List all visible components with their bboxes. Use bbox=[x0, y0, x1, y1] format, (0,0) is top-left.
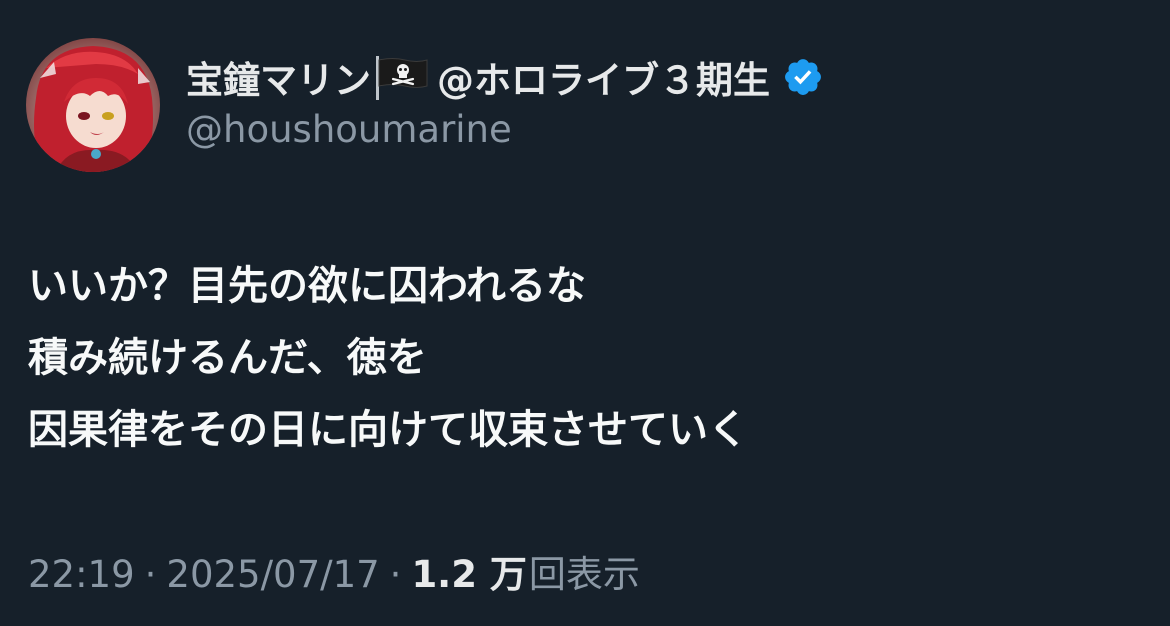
meta-separator: · bbox=[389, 553, 402, 596]
views-count[interactable]: 1.2 万 bbox=[411, 544, 526, 598]
display-name[interactable]: 宝鐘マリン bbox=[186, 50, 371, 104]
tweet-body-line: いいか？目先の欲に囚われるな bbox=[28, 263, 586, 309]
pirate-flag-icon bbox=[373, 54, 431, 100]
affiliation-label[interactable]: @ホロライブ３期生 bbox=[437, 50, 770, 104]
tweet-body: いいか？目先の欲に囚われるな 積み続けるんだ、徳を 因果律をその日に向けて収束さ… bbox=[28, 250, 748, 466]
tweet-card: 宝鐘マリン @ホロライブ３期生 @houshoumarine いいか？目先の欲に… bbox=[0, 0, 1170, 626]
tweet-time[interactable]: 22:19 bbox=[28, 553, 135, 596]
tweet-meta: 22:19 · 2025/07/17 · 1.2 万 回表示 bbox=[28, 544, 640, 598]
meta-separator: · bbox=[144, 553, 157, 596]
verified-badge-icon[interactable] bbox=[782, 56, 824, 98]
display-name-row[interactable]: 宝鐘マリン @ホロライブ３期生 bbox=[186, 52, 824, 102]
user-handle[interactable]: @houshoumarine bbox=[186, 108, 512, 151]
tweet-body-line: 因果律をその日に向けて収束させていく bbox=[28, 407, 748, 453]
views-label[interactable]: 回表示 bbox=[529, 544, 640, 598]
avatar[interactable] bbox=[26, 38, 160, 172]
tweet-body-line: 積み続けるんだ、徳を bbox=[28, 335, 427, 381]
tweet-date[interactable]: 2025/07/17 bbox=[166, 553, 379, 596]
